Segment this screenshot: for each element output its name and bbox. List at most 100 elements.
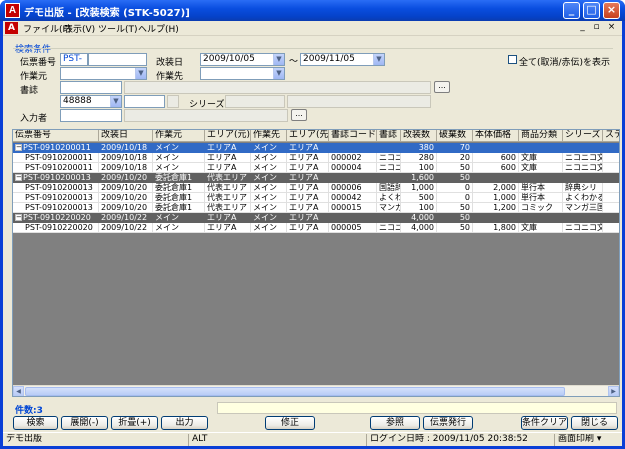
source-select[interactable]: ▼ <box>60 67 147 80</box>
table-cell: 委託倉庫1 <box>153 203 205 213</box>
book-code-input[interactable] <box>60 81 122 94</box>
column-header[interactable]: 本体価格 <box>473 130 519 142</box>
table-cell: 代表エリア <box>205 183 251 193</box>
group-row[interactable]: −PST-0910200013 2009/10/20 委託倉庫1 代表エリア メイン エリ… <box>13 173 619 183</box>
table-cell: メイン <box>251 213 287 223</box>
series-name-field <box>287 95 431 108</box>
collapse-toggle-icon[interactable]: − <box>15 174 22 181</box>
table-cell: 国語辞 <box>377 183 401 193</box>
close-button[interactable]: 閉じる <box>571 416 618 430</box>
scroll-thumb[interactable] <box>25 387 565 396</box>
table-cell: 1,200 <box>473 203 519 213</box>
date-from-picker[interactable]: 2009/10/05 ▼ <box>200 53 285 66</box>
table-cell: ニコニコ <box>377 163 401 173</box>
clear-conditions-button[interactable]: 条件クリア <box>521 416 568 430</box>
chevron-down-icon[interactable]: ▼ <box>110 96 121 107</box>
code-select[interactable]: 48888 ▼ <box>60 95 122 108</box>
dest-select[interactable]: ▼ <box>200 67 285 80</box>
group-row[interactable]: −PST-0910220020 2009/10/22 メイン エリアA メイン エリアA 4… <box>13 213 619 223</box>
chevron-down-icon[interactable]: ▼ <box>373 54 384 65</box>
scroll-right-icon[interactable]: ▶ <box>608 386 619 396</box>
scroll-left-icon[interactable]: ◀ <box>13 386 24 396</box>
entry-browse-button[interactable]: ... <box>291 109 307 121</box>
column-header[interactable]: 改装数 <box>401 130 437 142</box>
book-browse-button[interactable]: ... <box>434 81 450 93</box>
table-cell: エリアA <box>287 173 329 183</box>
table-row[interactable]: PST-0910200013 2009/10/20 委託倉庫1 代表エリア メイン エリア… <box>13 203 619 213</box>
table-cell: 50 <box>437 173 473 183</box>
table-row[interactable]: PST-0910200013 2009/10/20 委託倉庫1 代表エリア メイン エリア… <box>13 183 619 193</box>
document-icon[interactable]: A <box>5 22 18 34</box>
table-cell: メイン <box>251 193 287 203</box>
table-cell: PST-0910200013 <box>13 183 99 193</box>
series-code-input[interactable] <box>124 95 165 108</box>
mdi-restore-icon[interactable]: ▫ <box>591 23 602 33</box>
table-row[interactable]: PST-0910200013 2009/10/20 委託倉庫1 代表エリア メイン エリア… <box>13 193 619 203</box>
table-cell: エリアA <box>205 163 251 173</box>
table-cell: 代表エリア <box>205 173 251 183</box>
chevron-down-icon[interactable]: ▼ <box>273 54 284 65</box>
collapse-button[interactable]: 折畳(+) <box>111 416 158 430</box>
column-header[interactable]: 改装日 <box>99 130 153 142</box>
chevron-down-icon[interactable]: ▼ <box>135 68 146 79</box>
table-cell: エリアA <box>205 143 251 153</box>
column-header[interactable]: ステ <box>603 130 619 142</box>
column-header[interactable]: 商品分類 <box>519 130 563 142</box>
column-header[interactable]: 作業元 <box>153 130 205 142</box>
table-cell: 600 <box>473 163 519 173</box>
group-row[interactable]: −PST-0910200011 2009/10/18 メイン エリアA メイン エリアA 3… <box>13 143 619 153</box>
collapse-toggle-icon[interactable]: − <box>15 214 22 221</box>
column-header[interactable]: エリア(先) <box>287 130 329 142</box>
message-box <box>217 402 617 414</box>
minimize-button[interactable]: _ <box>563 2 580 19</box>
table-cell: 50 <box>437 223 473 233</box>
show-all-checkbox[interactable] <box>508 55 517 64</box>
table-row[interactable]: PST-0910200011 2009/10/18 メイン エリアA メイン エリアA 00… <box>13 163 619 173</box>
results-grid[interactable]: 伝票番号 改装日 作業元 エリア(元) 作業先 エリア(先) 書誌コード 書誌 改装数 破棄数 本体… <box>12 129 620 397</box>
entry-user-input[interactable] <box>60 109 122 122</box>
result-count: 件数:3 <box>15 406 43 416</box>
search-button[interactable]: 検索 <box>13 416 58 430</box>
column-header[interactable]: 書誌 <box>377 130 401 142</box>
slip-no-input[interactable] <box>88 53 147 66</box>
menu-help[interactable]: ヘルプ(H) <box>138 22 179 35</box>
table-cell: メイン <box>251 163 287 173</box>
table-cell: 文庫 <box>519 223 563 233</box>
view-button[interactable]: 参照 <box>370 416 420 430</box>
table-row[interactable]: PST-0910200011 2009/10/18 メイン エリアA メイン エリアA 00… <box>13 153 619 163</box>
column-header[interactable]: シリーズ <box>563 130 603 142</box>
table-cell: 280 <box>401 153 437 163</box>
table-cell <box>603 203 619 213</box>
table-cell: 50 <box>437 163 473 173</box>
close-window-button[interactable]: × <box>603 2 620 19</box>
column-header[interactable]: 伝票番号 <box>13 130 99 142</box>
menu-view[interactable]: 表示(V) <box>64 22 95 35</box>
output-button[interactable]: 出力 <box>161 416 208 430</box>
maximize-button[interactable]: □ <box>583 2 600 19</box>
title-bar[interactable]: A デモ出版 - [改装検索 (STK-5027)] _ □ × <box>0 0 625 21</box>
mdi-close-icon[interactable]: × <box>606 23 617 33</box>
print-screen-button[interactable]: 画面印刷 ▾ <box>555 434 621 446</box>
column-header[interactable]: エリア(元) <box>205 130 251 142</box>
table-cell <box>603 193 619 203</box>
issue-slip-button[interactable]: 伝票発行 <box>423 416 473 430</box>
column-header[interactable]: 破棄数 <box>437 130 473 142</box>
chevron-down-icon[interactable]: ▼ <box>273 68 284 79</box>
table-cell: 50 <box>437 203 473 213</box>
modify-button[interactable]: 修正 <box>265 416 315 430</box>
table-cell <box>473 143 519 153</box>
mdi-minimize-icon[interactable]: _ <box>577 23 588 33</box>
column-header[interactable]: 書誌コード <box>329 130 377 142</box>
table-row[interactable]: PST-0910220020 2009/10/22 メイン エリアA メイン エリアA 00… <box>13 223 619 233</box>
table-cell: ニコニコ文 <box>563 163 603 173</box>
menu-tools[interactable]: ツール(T) <box>98 22 138 35</box>
slip-no-prefix: PST- <box>60 53 88 66</box>
horizontal-scrollbar[interactable]: ◀ ▶ <box>13 385 619 396</box>
expand-button[interactable]: 展開(-) <box>61 416 108 430</box>
table-cell: 1,600 <box>401 173 437 183</box>
date-to-picker[interactable]: 2009/11/05 ▼ <box>300 53 385 66</box>
table-cell: エリアA <box>287 143 329 153</box>
column-header[interactable]: 作業先 <box>251 130 287 142</box>
table-cell: 辞典シリ <box>563 183 603 193</box>
collapse-toggle-icon[interactable]: − <box>15 144 22 151</box>
